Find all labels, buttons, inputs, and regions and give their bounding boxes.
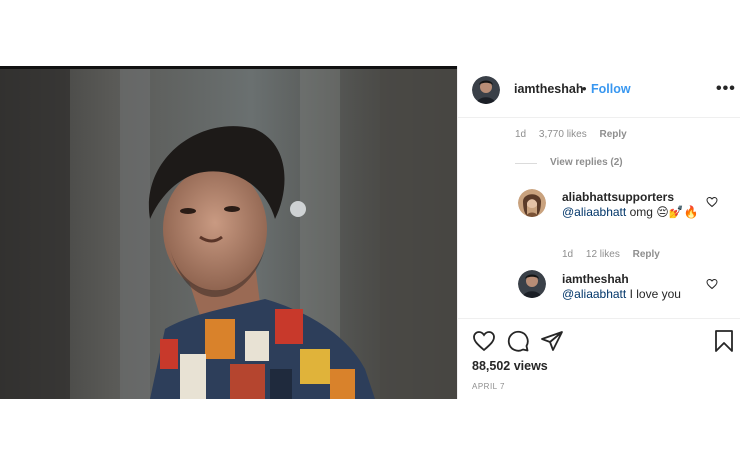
mention-link[interactable]: @aliaabhatt [562, 205, 626, 219]
comment-age: 1d [515, 129, 527, 140]
instagram-post: iamtheshah • Follow ••• 1d 3,770 likes R… [0, 66, 740, 399]
separator-dot: • [582, 81, 587, 96]
reply-text: @aliaabhatt I love you [562, 287, 702, 302]
comment-likes[interactable]: 3,770 likes [539, 129, 587, 140]
reply-username[interactable]: aliabhattsupporters [562, 190, 674, 204]
avatar[interactable] [472, 76, 500, 104]
post-date: APRIL 7 [472, 382, 505, 391]
reply-button[interactable]: Reply [600, 129, 627, 140]
reply-body: I love you [626, 287, 681, 301]
reply-avatar[interactable] [518, 189, 546, 217]
follow-button[interactable]: Follow [591, 82, 631, 96]
post-video[interactable] [0, 66, 457, 399]
comment-meta: 1d 3,770 likes Reply [515, 129, 637, 140]
reply-text: @aliaabhatt omg 😔💅🔥 [562, 205, 702, 220]
views-count[interactable]: 88,502 views [472, 359, 548, 373]
reply-username[interactable]: iamtheshah [562, 272, 629, 286]
mention-link[interactable]: @aliaabhatt [562, 287, 626, 301]
reply-meta: 1d 12 likes Reply [562, 249, 670, 260]
reply-age: 1d [562, 249, 574, 260]
reply-button[interactable]: Reply [633, 249, 660, 260]
heart-icon[interactable] [472, 329, 496, 353]
comment-icon[interactable] [506, 329, 530, 353]
reply-likes[interactable]: 12 likes [586, 249, 620, 260]
username[interactable]: iamtheshah [514, 82, 583, 96]
post-side-panel: iamtheshah • Follow ••• 1d 3,770 likes R… [457, 66, 740, 399]
reply-avatar[interactable] [518, 270, 546, 298]
like-reply-heart-icon[interactable] [706, 196, 718, 208]
share-icon[interactable] [540, 329, 564, 353]
post-actions: 88,502 views APRIL 7 [458, 318, 740, 399]
view-replies-button[interactable]: View replies (2) [550, 157, 623, 168]
bookmark-icon[interactable] [712, 329, 736, 353]
replies-divider [515, 163, 537, 164]
more-icon[interactable]: ••• [716, 80, 736, 98]
video-frame [0, 69, 457, 399]
reply-emoji: 😔💅🔥 [656, 205, 699, 219]
reply-body: omg [626, 205, 653, 219]
like-reply-heart-icon[interactable] [706, 278, 718, 290]
post-header: iamtheshah • Follow ••• [458, 66, 740, 118]
